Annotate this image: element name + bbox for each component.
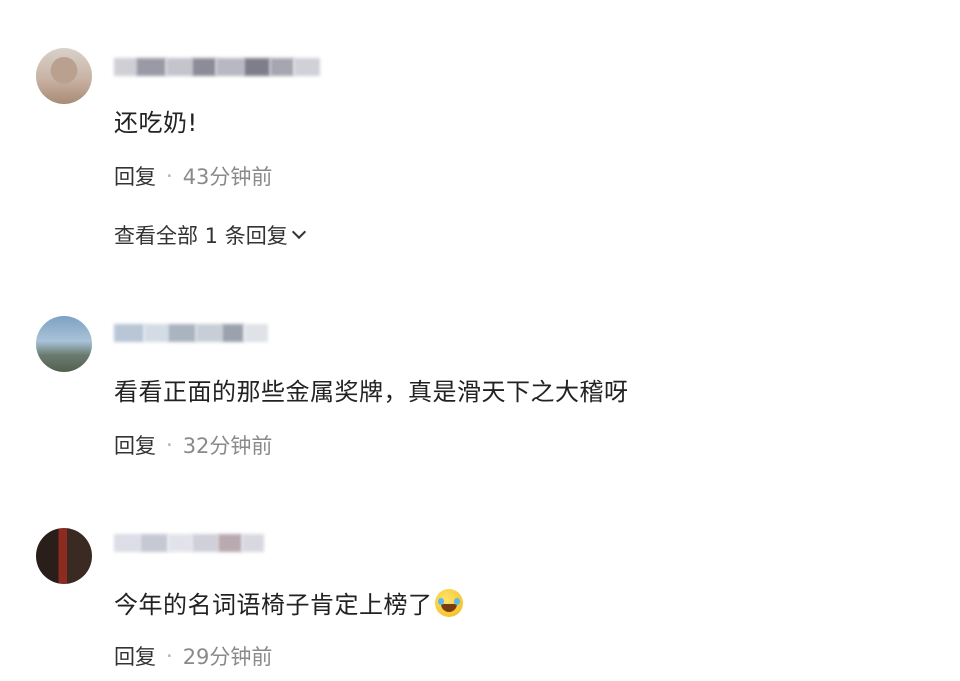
- avatar[interactable]: [36, 316, 92, 372]
- view-all-replies-label: 查看全部 1 条回复: [114, 224, 288, 248]
- comment-text-body: 今年的名词语椅子肯定上榜了: [114, 591, 433, 619]
- reply-button[interactable]: 回复: [114, 641, 156, 671]
- comment-meta: 回复 · 29分钟前: [114, 641, 272, 671]
- separator-dot: ·: [166, 433, 173, 457]
- comment-text: 今年的名词语椅子肯定上榜了: [114, 585, 463, 620]
- comment-meta: 回复 · 43分钟前: [114, 161, 272, 191]
- username-blurred[interactable]: [114, 530, 264, 556]
- timestamp: 29分钟前: [182, 645, 273, 669]
- reply-button[interactable]: 回复: [114, 430, 156, 460]
- chevron-down-icon: [291, 224, 306, 240]
- separator-dot: ·: [166, 164, 173, 188]
- reply-button[interactable]: 回复: [114, 161, 156, 191]
- comment-text: 看看正面的那些金属奖牌，真是滑天下之大稽呀: [114, 378, 629, 406]
- username-blurred[interactable]: [114, 54, 320, 80]
- timestamp: 32分钟前: [182, 434, 273, 458]
- avatar[interactable]: [36, 48, 92, 104]
- comment-text: 还吃奶!: [114, 109, 198, 137]
- username-blurred[interactable]: [114, 320, 268, 346]
- comment-list: 还吃奶! 回复 · 43分钟前 查看全部 1 条回复 看看正面的那些金属奖牌，真…: [0, 0, 960, 681]
- separator-dot: ·: [166, 644, 173, 668]
- view-all-replies-link[interactable]: 查看全部 1 条回复: [114, 220, 306, 250]
- comment-meta: 回复 · 32分钟前: [114, 430, 272, 460]
- timestamp: 43分钟前: [182, 165, 273, 189]
- avatar[interactable]: [36, 528, 92, 584]
- laughing-crying-emoji-icon: [434, 589, 463, 617]
